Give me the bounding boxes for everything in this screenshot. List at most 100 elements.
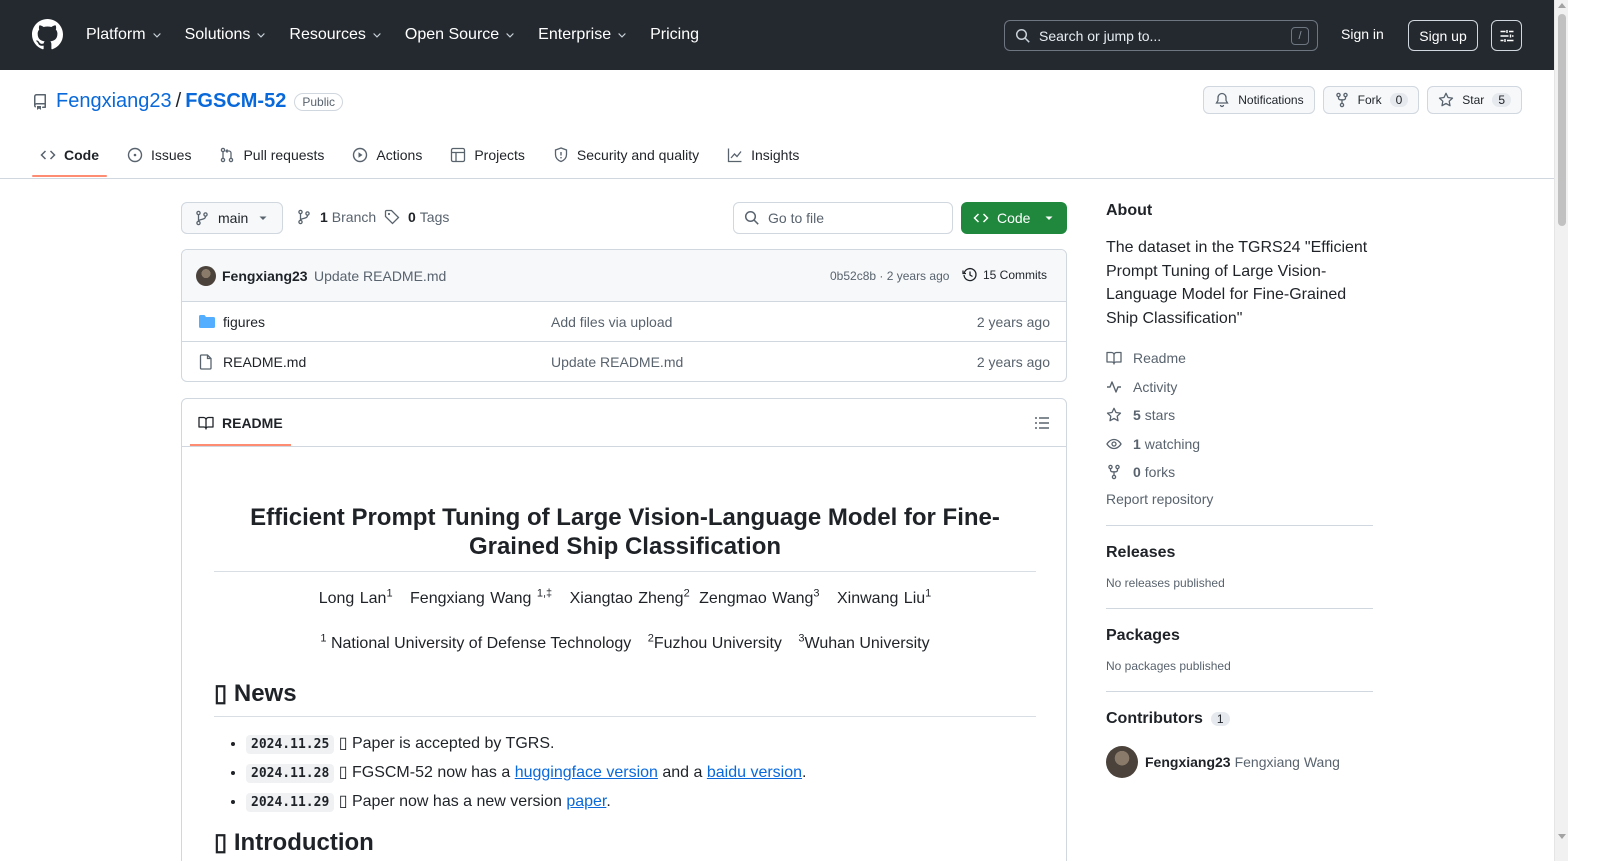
watchers-link[interactable]: 1 watching (1106, 430, 1373, 459)
github-logo-icon[interactable] (32, 19, 63, 50)
global-search-input[interactable]: Search or jump to... / (1004, 20, 1318, 51)
tags-link[interactable]: 0 Tags (384, 209, 449, 225)
branch-selector-button[interactable]: main (181, 202, 283, 234)
commit-hash-and-time[interactable]: 0b52c8b · 2 years ago (830, 269, 949, 283)
pull-request-icon (221, 147, 234, 163)
readme-link[interactable]: Readme (1106, 344, 1373, 373)
nav-open-source[interactable]: Open Source (405, 26, 516, 44)
stars-label: stars (1144, 407, 1176, 424)
forks-label: forks (1144, 464, 1176, 481)
contributors-heading[interactable]: Contributors 1 (1106, 710, 1373, 728)
tab-insights[interactable]: Insights (719, 136, 807, 174)
activity-link-label: Activity (1133, 378, 1178, 395)
search-icon (1015, 28, 1030, 43)
eye-icon (1106, 438, 1122, 449)
fork-count: 0 (1389, 93, 1409, 107)
appearance-settings-button[interactable] (1491, 20, 1522, 51)
commits-history-link[interactable]: 15 Commits (962, 267, 1047, 283)
global-nav: Platform Solutions Resources Open Source… (86, 0, 721, 70)
tab-issues[interactable]: Issues (119, 136, 199, 174)
code-dropdown-button[interactable]: Code (961, 202, 1067, 234)
author-list: Long Lan1 Fengxiang Wang 1,‡ Xiangtao Zh… (214, 588, 1036, 608)
contributor-login[interactable]: Fengxiang23 (1145, 754, 1231, 770)
star-button[interactable]: Star 5 (1427, 86, 1522, 114)
code-icon (973, 213, 989, 223)
readme-tab[interactable]: README (190, 399, 291, 446)
sign-up-button[interactable]: Sign up (1408, 20, 1478, 51)
huggingface-link[interactable]: huggingface version (515, 764, 658, 781)
nav-enterprise[interactable]: Enterprise (538, 26, 628, 44)
commit-author-link[interactable]: Fengxiang23 (222, 268, 308, 284)
activity-link[interactable]: Activity (1106, 373, 1373, 402)
tag-icon (384, 209, 400, 225)
tab-security[interactable]: Security and quality (545, 136, 707, 174)
scroll-up-arrow-icon[interactable] (1558, 3, 1566, 8)
news-text: . (802, 763, 807, 781)
code-icon (40, 150, 56, 160)
file-name-link[interactable]: figures (223, 314, 265, 330)
author: Xinwang Liu1 (837, 588, 931, 607)
author: Zengmao Wang3 (699, 588, 819, 607)
notifications-button[interactable]: Notifications (1203, 86, 1315, 114)
tab-code[interactable]: Code (32, 136, 107, 177)
about-links: Readme Activity 5 stars 1 watching 0 for… (1106, 344, 1373, 487)
paper-link[interactable]: paper (566, 793, 606, 810)
news-date: 2024.11.29 (246, 792, 335, 812)
file-commit-message[interactable]: Update README.md (551, 354, 683, 370)
file-icon (199, 354, 212, 370)
repo-actions: Notifications Fork 0 Star 5 (1195, 86, 1522, 114)
nav-resources[interactable]: Resources (289, 26, 382, 44)
nav-platform[interactable]: Platform (86, 26, 163, 44)
page-scrollbar[interactable] (1554, 0, 1568, 861)
watchers-label: watching (1144, 435, 1201, 452)
tab-pull-requests[interactable]: Pull requests (211, 136, 332, 174)
file-name-link[interactable]: README.md (223, 354, 306, 370)
code-button-label: Code (997, 210, 1031, 226)
contributor-item[interactable]: Fengxiang23 Fengxiang Wang (1106, 745, 1373, 778)
list-unordered-icon (1035, 417, 1049, 429)
go-to-file-input[interactable]: Go to file (733, 202, 953, 234)
tab-projects[interactable]: Projects (442, 136, 533, 174)
scrollbar-thumb[interactable] (1558, 14, 1566, 226)
news-text: and a (657, 763, 707, 781)
about-description: The dataset in the TGRS24 "Efficient Pro… (1106, 239, 1368, 327)
author: Fengxiang Wang 1,‡ (410, 588, 552, 607)
affiliation: 2Fuzhou University (648, 632, 782, 652)
commit-message-link[interactable]: Update README.md (314, 268, 446, 284)
graph-icon (727, 148, 742, 163)
nav-pricing-label: Pricing (650, 26, 699, 43)
contributors-heading-label: Contributors (1106, 709, 1203, 727)
sign-in-link[interactable]: Sign in (1341, 26, 1384, 42)
outline-button[interactable] (1034, 415, 1050, 431)
news-date: 2024.11.25 (246, 734, 335, 754)
repo-owner-link[interactable]: Fengxiang23 (56, 90, 172, 113)
packages-heading[interactable]: Packages (1106, 627, 1373, 645)
affiliation-name: Fuzhou University (653, 634, 782, 652)
sidebar-divider (1106, 524, 1373, 526)
tab-code-label: Code (64, 147, 99, 163)
tab-actions[interactable]: Actions (344, 136, 430, 174)
branches-link[interactable]: 1 Branch (296, 209, 376, 225)
chevron-down-icon (257, 33, 266, 38)
stars-link[interactable]: 5 stars (1106, 401, 1373, 430)
chevron-down-icon (152, 33, 161, 38)
fork-button[interactable]: Fork 0 (1322, 86, 1420, 114)
readme-content: Efficient Prompt Tuning of Large Vision-… (214, 447, 1036, 857)
releases-heading[interactable]: Releases (1106, 544, 1373, 562)
forks-link[interactable]: 0 forks (1106, 458, 1373, 487)
nav-solutions[interactable]: Solutions (185, 26, 268, 44)
sidebar-divider (1106, 690, 1373, 692)
bell-icon (1215, 92, 1229, 108)
avatar[interactable] (1106, 745, 1138, 778)
repo-name-link[interactable]: FGSCM-52 (185, 90, 286, 113)
scroll-down-arrow-icon[interactable] (1558, 834, 1566, 839)
baidu-link[interactable]: baidu version (707, 764, 802, 781)
about-heading: About (1106, 202, 1153, 219)
go-to-file-placeholder: Go to file (768, 210, 825, 226)
file-commit-message[interactable]: Add files via upload (551, 314, 672, 330)
author-affiliation-sup: 1 (386, 588, 393, 600)
pulse-icon (1107, 381, 1121, 393)
report-repository-link[interactable]: Report repository (1106, 491, 1373, 507)
avatar[interactable] (196, 266, 216, 286)
nav-pricing[interactable]: Pricing (650, 26, 699, 44)
